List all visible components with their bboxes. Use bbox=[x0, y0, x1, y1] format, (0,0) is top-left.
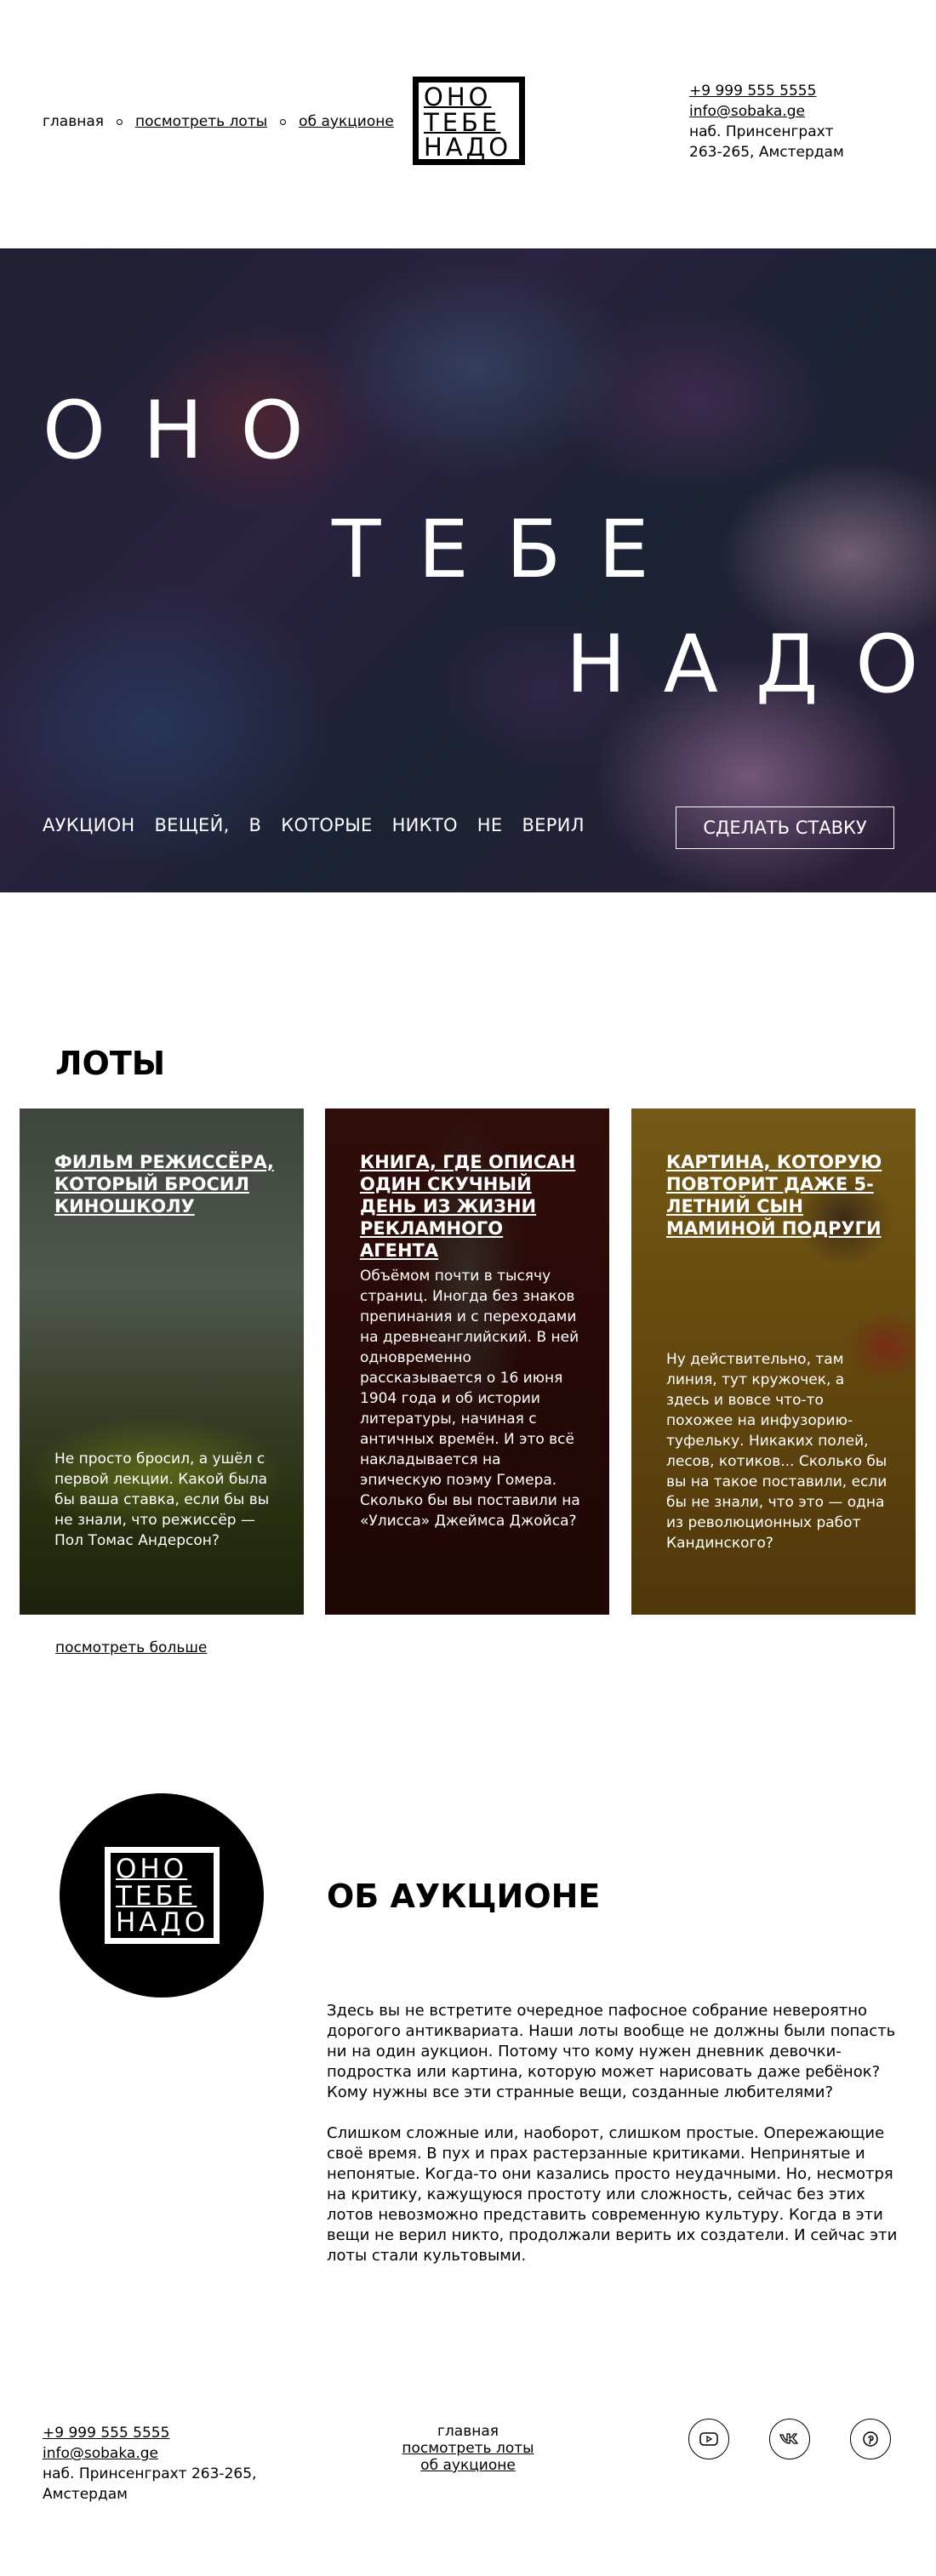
logo-line-2: ТЕБЕ bbox=[424, 108, 501, 137]
logo-line-2: ТЕБЕ bbox=[116, 1881, 197, 1912]
footer-nav-home[interactable]: главная bbox=[437, 2423, 499, 2440]
footer-address: наб. Принсенграхт 263-265, Амстердам bbox=[43, 2465, 257, 2503]
header-address: наб. Принсенграхт 263-265, Амстердам bbox=[689, 123, 844, 161]
footer-contacts: +9 999 555 5555 info@sobaka.ge наб. Прин… bbox=[43, 2423, 264, 2505]
lot-card-text: Не просто бросил, а ушёл с первой лекции… bbox=[54, 1450, 270, 1549]
hero-word-1: ОНО bbox=[43, 385, 341, 477]
logo-line-1: ОНО bbox=[424, 83, 492, 111]
lot-card-title[interactable]: КАРТИНА, КОТОРУЮ ПОВТОРИТ ДАЖЕ 5-ЛЕТНИЙ … bbox=[666, 1151, 887, 1240]
lot-card-text: Объёмом почти в тысячу страниц. Иногда б… bbox=[360, 1268, 580, 1530]
social-links bbox=[688, 2419, 891, 2459]
header-email-link[interactable]: info@sobaka.ge bbox=[689, 103, 805, 120]
footer-phone-link[interactable]: +9 999 555 5555 bbox=[43, 2425, 169, 2442]
lot-card-film[interactable]: ФИЛЬМ РЕЖИССЁРА, КОТОРЫЙ БРОСИЛ КИНОШКОЛ… bbox=[20, 1108, 304, 1615]
lot-card-title[interactable]: КНИГА, ГДЕ ОПИСАН ОДИН СКУЧНЫЙ ДЕНЬ ИЗ Ж… bbox=[360, 1151, 581, 1262]
vk-icon[interactable] bbox=[769, 2419, 810, 2459]
place-bid-button[interactable]: СДЕЛАТЬ СТАВКУ bbox=[676, 806, 894, 849]
lot-card-book[interactable]: КНИГА, ГДЕ ОПИСАН ОДИН СКУЧНЫЙ ДЕНЬ ИЗ Ж… bbox=[325, 1108, 609, 1615]
about-logo-mark: ОНО ТЕБЕ НАДО bbox=[105, 1847, 220, 1944]
see-more-link[interactable]: посмотреть больше bbox=[55, 1639, 207, 1656]
logo-line-3: НАДО bbox=[424, 133, 512, 162]
header-phone-link[interactable]: +9 999 555 5555 bbox=[689, 83, 816, 100]
about-heading: ОБ АУКЦИОНЕ bbox=[327, 1878, 601, 1915]
footer-nav-about[interactable]: об аукционе bbox=[420, 2457, 516, 2474]
hero-tagline: АУКЦИОН ВЕЩЕЙ, В КОТОРЫЕ НИКТО НЕ ВЕРИЛ bbox=[43, 815, 585, 835]
main-nav: главная посмотреть лоты об аукционе bbox=[43, 113, 394, 130]
about-paragraph-2: Слишком сложные или, наоборот, слишком п… bbox=[327, 2124, 898, 2265]
lot-card-painting[interactable]: КАРТИНА, КОТОРУЮ ПОВТОРИТ ДАЖЕ 5-ЛЕТНИЙ … bbox=[631, 1108, 916, 1615]
about-text: Здесь вы не встретите очередное пафосное… bbox=[327, 2001, 905, 2287]
lot-card-title[interactable]: ФИЛЬМ РЕЖИССЁРА, КОТОРЫЙ БРОСИЛ КИНОШКОЛ… bbox=[54, 1151, 276, 1217]
hero-word-2: ТЕБЕ bbox=[332, 504, 687, 596]
nav-separator bbox=[280, 118, 287, 125]
logo-line-3: НАДО bbox=[116, 1907, 209, 1938]
hero-word-3: НАДО bbox=[566, 618, 936, 711]
footer-nav-lots[interactable]: посмотреть лоты bbox=[402, 2440, 534, 2457]
youtube-icon[interactable] bbox=[688, 2419, 729, 2459]
nav-lots-link[interactable]: посмотреть лоты bbox=[135, 113, 267, 130]
lot-card-text: Ну действительно, там линия, тут кружоче… bbox=[666, 1351, 887, 1552]
footer-nav: главная посмотреть лоты об аукционе bbox=[366, 2423, 570, 2474]
pinterest-icon[interactable] bbox=[850, 2419, 891, 2459]
hero-banner: ОНО ТЕБЕ НАДО АУКЦИОН ВЕЩЕЙ, В КОТОРЫЕ Н… bbox=[0, 248, 936, 892]
header-contacts: +9 999 555 5555 info@sobaka.ge наб. Прин… bbox=[689, 81, 868, 162]
nav-about-link[interactable]: об аукционе bbox=[299, 113, 394, 130]
logo-line-1: ОНО bbox=[116, 1854, 188, 1884]
about-logo: ОНО ТЕБЕ НАДО bbox=[60, 1793, 264, 1998]
nav-home-link[interactable]: главная bbox=[43, 113, 104, 130]
nav-separator bbox=[117, 118, 123, 125]
site-logo[interactable]: ОНО ТЕБЕ НАДО bbox=[413, 77, 525, 165]
site-header: главная посмотреть лоты об аукционе ОНО … bbox=[0, 0, 936, 248]
footer-email-link[interactable]: info@sobaka.ge bbox=[43, 2445, 158, 2462]
about-paragraph-1: Здесь вы не встретите очередное пафосное… bbox=[327, 2002, 896, 2101]
lots-heading: ЛОТЫ bbox=[55, 1045, 166, 1082]
